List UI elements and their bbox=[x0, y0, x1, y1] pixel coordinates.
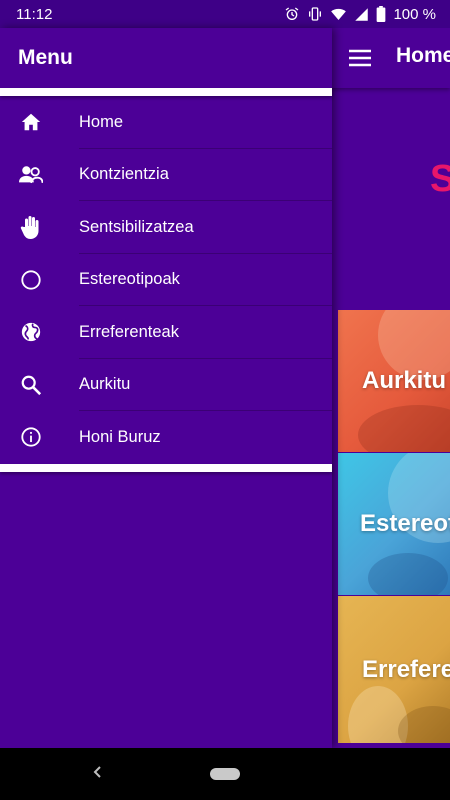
battery-percent: 100 % bbox=[393, 5, 436, 23]
wifi-icon bbox=[330, 6, 347, 22]
signal-icon bbox=[354, 7, 369, 22]
navigation-drawer: Menu Home Kontzientzia Sentsibilizatzea bbox=[0, 28, 332, 748]
card-label: Estereotipoak bbox=[360, 510, 450, 537]
card-label: Aurkitu bbox=[362, 367, 446, 394]
battery-icon bbox=[376, 6, 386, 22]
menu-item-label: Erreferenteak bbox=[79, 322, 179, 341]
menu-item-aurkitu[interactable]: Aurkitu bbox=[0, 359, 332, 411]
menu-item-home[interactable]: Home bbox=[0, 96, 332, 149]
system-nav-bar bbox=[0, 748, 450, 800]
menu-item-estereotipoak[interactable]: Estereotipoak bbox=[0, 254, 332, 306]
hero-title: S bbox=[430, 158, 450, 200]
drawer-divider-bottom bbox=[0, 463, 332, 472]
alarm-icon bbox=[284, 6, 300, 22]
status-bar: 11:12 100 % bbox=[0, 0, 450, 28]
menu-item-erreferenteak[interactable]: Erreferenteak bbox=[0, 306, 332, 359]
card-photo-shade bbox=[358, 405, 450, 452]
menu-item-sentsibilizatzea[interactable]: Sentsibilizatzea bbox=[0, 201, 332, 254]
card-label: Erreferenteak bbox=[362, 655, 450, 683]
back-icon[interactable] bbox=[88, 762, 108, 782]
status-icons: 100 % bbox=[284, 6, 436, 23]
menu-item-label: Aurkitu bbox=[79, 375, 131, 394]
menu-item-label: Kontzientzia bbox=[79, 165, 169, 184]
home-icon bbox=[19, 110, 43, 134]
menu-item-honi-buruz[interactable]: Honi Buruz bbox=[0, 411, 332, 464]
card-aurkitu[interactable]: Aurkitu bbox=[338, 310, 450, 452]
menu-item-label: Home bbox=[79, 112, 124, 131]
menu-item-label: Honi Buruz bbox=[79, 427, 161, 446]
hamburger-menu-icon[interactable] bbox=[348, 46, 372, 70]
search-icon bbox=[19, 373, 43, 397]
card-erreferenteak[interactable]: Erreferenteak bbox=[338, 596, 450, 743]
menu-item-label: Estereotipoak bbox=[79, 270, 180, 289]
drawer-menu: Home Kontzientzia Sentsibilizatzea Ester… bbox=[0, 96, 332, 464]
drawer-title: Menu bbox=[18, 46, 73, 69]
info-icon bbox=[19, 425, 43, 449]
menu-item-label: Sentsibilizatzea bbox=[79, 217, 194, 236]
card-estereotipoak[interactable]: Estereotipoak bbox=[338, 453, 450, 595]
card-photo-shade bbox=[368, 553, 448, 595]
people-icon bbox=[19, 163, 43, 187]
menu-item-kontzientzia[interactable]: Kontzientzia bbox=[0, 149, 332, 201]
globe-icon bbox=[19, 320, 43, 344]
status-time: 11:12 bbox=[16, 5, 53, 23]
vibrate-icon bbox=[307, 6, 323, 22]
hand-icon bbox=[19, 215, 43, 240]
drawer-header: Menu bbox=[0, 28, 332, 88]
app-title: Home bbox=[396, 44, 450, 67]
circle-icon bbox=[19, 268, 43, 292]
home-pill-button[interactable] bbox=[210, 768, 240, 780]
drawer-divider-top bbox=[0, 88, 332, 96]
